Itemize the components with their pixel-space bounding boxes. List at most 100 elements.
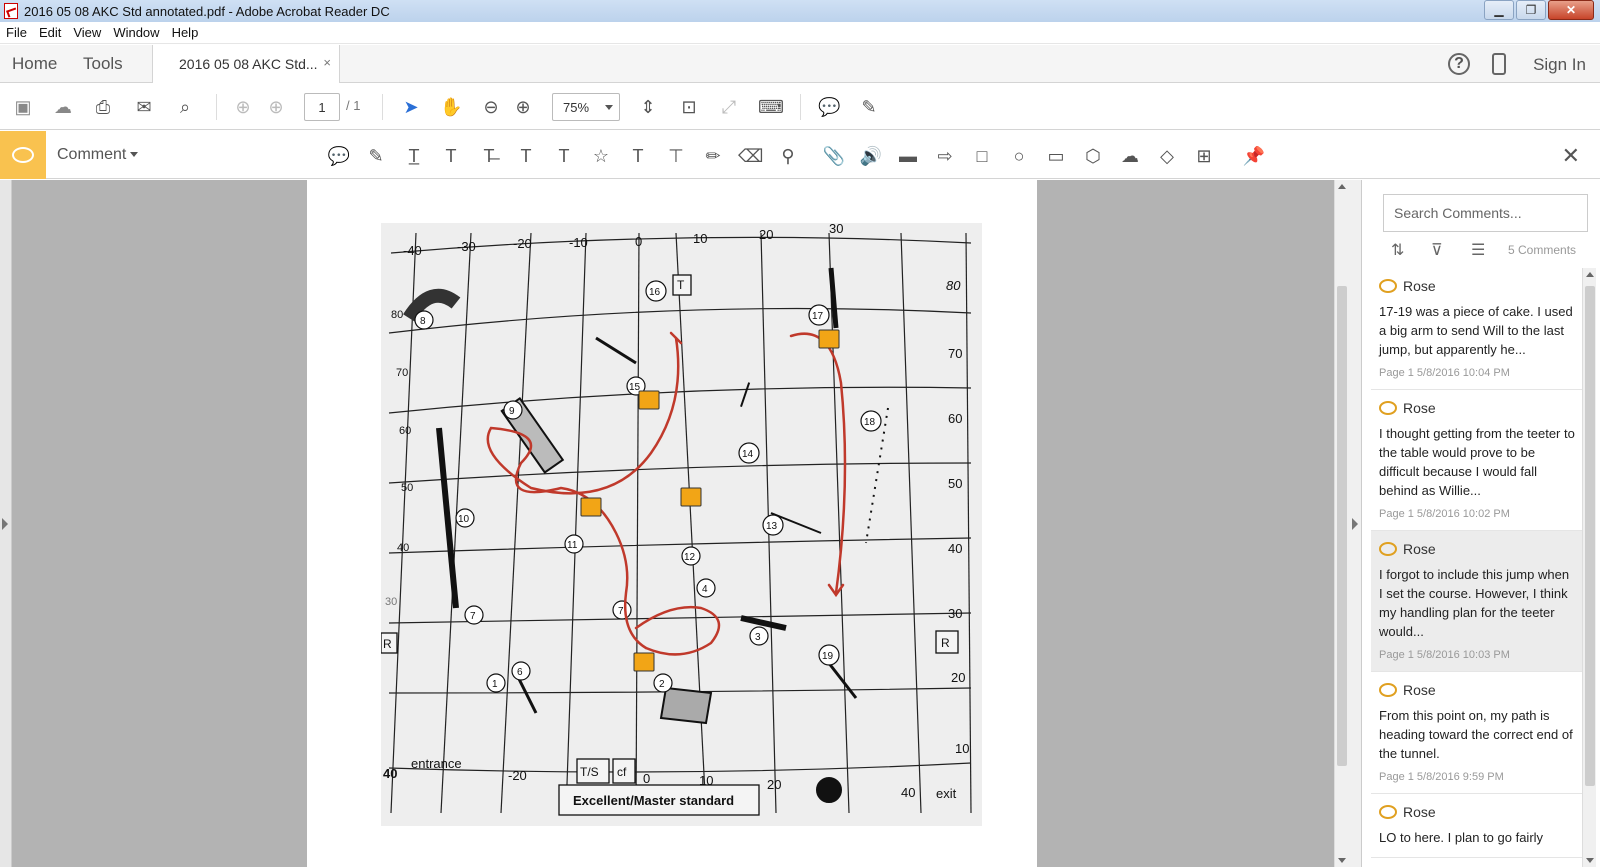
text-tool-icon[interactable]: T — [626, 144, 650, 168]
scroll-down-icon[interactable] — [1338, 858, 1346, 863]
bottom-tick: 20 — [767, 777, 781, 792]
chevron-down-icon — [605, 105, 613, 110]
print-icon[interactable]: ⎙ — [92, 96, 114, 118]
callout-tool-icon[interactable]: ▭ — [1044, 144, 1068, 168]
expand-left-panel-icon[interactable] — [2, 518, 8, 530]
insert-text-icon[interactable]: T — [552, 144, 576, 168]
add-sticky-note-icon[interactable]: 💬 — [327, 144, 351, 168]
table-label: T — [677, 278, 685, 292]
polyline-tool-icon[interactable]: ◇ — [1155, 144, 1179, 168]
minimize-button[interactable]: ▁ — [1484, 0, 1514, 20]
search-icon[interactable]: ⌕ — [174, 96, 196, 118]
menu-window[interactable]: Window — [113, 25, 159, 40]
oval-tool-icon[interactable]: ○ — [1007, 144, 1031, 168]
scrollbar-thumb[interactable] — [1585, 286, 1595, 786]
toolbar-separator — [216, 94, 217, 120]
panel-divider[interactable] — [1348, 180, 1362, 867]
scroll-down-icon[interactable] — [1586, 858, 1594, 863]
hand-tool-icon[interactable]: ✋ — [440, 96, 462, 118]
highlight-text-icon[interactable]: ✎ — [364, 144, 388, 168]
menu-file[interactable]: File — [6, 25, 27, 40]
options-list-icon[interactable]: ☰ — [1471, 240, 1485, 260]
menu-edit[interactable]: Edit — [39, 25, 61, 40]
upload-cloud-icon[interactable]: ☁ — [52, 96, 74, 118]
expand-tools-icon[interactable]: ⊞ — [1192, 144, 1216, 168]
comment-author: Rose — [1403, 278, 1436, 294]
zoom-in-icon[interactable]: ⊕ — [512, 96, 534, 118]
left-panel-rail[interactable] — [0, 180, 12, 867]
next-page-icon[interactable]: ⊕ — [265, 96, 287, 118]
bottom-tick: -20 — [508, 768, 527, 783]
page-number-input[interactable]: 1 — [304, 93, 340, 121]
document-tab-label: 2016 05 08 AKC Std... — [179, 56, 318, 72]
comment-item[interactable]: Rose I forgot to include this jump when … — [1371, 531, 1583, 672]
line-tool-icon[interactable]: ▬ — [896, 144, 920, 168]
sort-icon[interactable]: ⇅ — [1391, 240, 1404, 260]
eraser-icon[interactable]: ⌫ — [738, 144, 763, 168]
rectangle-tool-icon[interactable]: □ — [970, 144, 994, 168]
polygon-tool-icon[interactable]: ⬡ — [1081, 144, 1105, 168]
save-icon[interactable]: ▣ — [12, 96, 34, 118]
text-comment-icon[interactable]: T — [439, 144, 463, 168]
menu-view[interactable]: View — [73, 25, 101, 40]
mobile-link-icon[interactable] — [1492, 53, 1506, 75]
right-tick: 40 — [948, 541, 962, 556]
pencil-icon[interactable]: ✏ — [701, 144, 725, 168]
zoom-level-select[interactable]: 75% — [552, 93, 620, 121]
highlight-pen-icon[interactable]: ✎ — [858, 96, 880, 118]
comment-item[interactable]: Rose From this point on, my path is head… — [1371, 672, 1583, 794]
scroll-up-icon[interactable] — [1338, 184, 1346, 189]
text-box-icon[interactable]: ⊤ — [664, 144, 688, 168]
help-icon[interactable]: ? — [1448, 53, 1470, 75]
full-screen-icon[interactable]: ⤢ — [718, 96, 740, 118]
left-tick: 60 — [399, 425, 411, 437]
fit-page-icon[interactable]: ⊡ — [678, 96, 700, 118]
filter-icon[interactable]: ⊽ — [1431, 240, 1443, 260]
select-cursor-icon[interactable]: ➤ — [400, 96, 422, 118]
obstacle-number: 6 — [517, 667, 523, 678]
add-text-star-icon[interactable]: ☆ — [589, 144, 613, 168]
document-tab[interactable]: 2016 05 08 AKC Std... × — [152, 45, 340, 83]
restore-button[interactable]: ❐ — [1516, 0, 1546, 20]
scrollbar-thumb[interactable] — [1337, 286, 1347, 766]
arrow-tool-icon[interactable]: ⇨ — [933, 144, 957, 168]
right-tick: 80 — [946, 278, 961, 293]
replace-text-icon[interactable]: T — [514, 144, 538, 168]
strikethrough-icon[interactable]: T̶ — [477, 144, 501, 168]
pin-tool-icon[interactable]: 📌 — [1242, 144, 1266, 168]
right-tick: 20 — [951, 670, 965, 685]
search-comments-input[interactable]: Search Comments... — [1383, 194, 1588, 232]
close-window-button[interactable]: ✕ — [1548, 0, 1594, 20]
comment-item[interactable]: Rose 17-19 was a piece of cake. I used a… — [1371, 268, 1583, 390]
right-tick: 50 — [948, 476, 962, 491]
previous-page-icon[interactable]: ⊕ — [232, 96, 254, 118]
collapse-panel-icon[interactable] — [1352, 518, 1358, 530]
comments-scrollbar[interactable] — [1582, 268, 1596, 867]
underline-text-icon[interactable]: T̲ — [402, 144, 426, 168]
comment-item[interactable]: Rose I thought getting from the teeter t… — [1371, 390, 1583, 531]
tab-tools[interactable]: Tools — [83, 54, 123, 74]
scroll-up-icon[interactable] — [1586, 272, 1594, 277]
menu-help[interactable]: Help — [172, 25, 199, 40]
keyboard-scroll-icon[interactable]: ⌨ — [758, 96, 784, 118]
close-comment-toolbar-icon[interactable]: ✕ — [1562, 143, 1580, 169]
cloud-tool-icon[interactable]: ☁ — [1118, 144, 1142, 168]
obstacle-number: 8 — [420, 316, 426, 327]
tab-home[interactable]: Home — [12, 54, 57, 74]
attach-file-icon[interactable]: 📎 — [822, 144, 846, 168]
obstacle-number: 9 — [509, 406, 515, 417]
fit-width-icon[interactable]: ⇕ — [637, 96, 659, 118]
bottom-tick: 40 — [901, 785, 915, 800]
record-audio-icon[interactable]: 🔊 — [859, 144, 883, 168]
zoom-out-icon[interactable]: ⊖ — [480, 96, 502, 118]
right-tick: 60 — [948, 411, 962, 426]
close-tab-icon[interactable]: × — [323, 55, 331, 70]
email-icon[interactable]: ✉ — [133, 96, 155, 118]
stamp-icon[interactable]: ⚲ — [776, 144, 800, 168]
comment-item[interactable]: Rose LO to here. I plan to go fairly — [1371, 794, 1583, 858]
entrance-label: entrance — [411, 756, 462, 771]
document-scrollbar[interactable] — [1334, 180, 1348, 867]
sign-in-link[interactable]: Sign In — [1533, 55, 1586, 75]
comment-menu[interactable]: Comment — [57, 146, 139, 164]
sticky-note-icon[interactable]: 💬 — [818, 96, 840, 118]
